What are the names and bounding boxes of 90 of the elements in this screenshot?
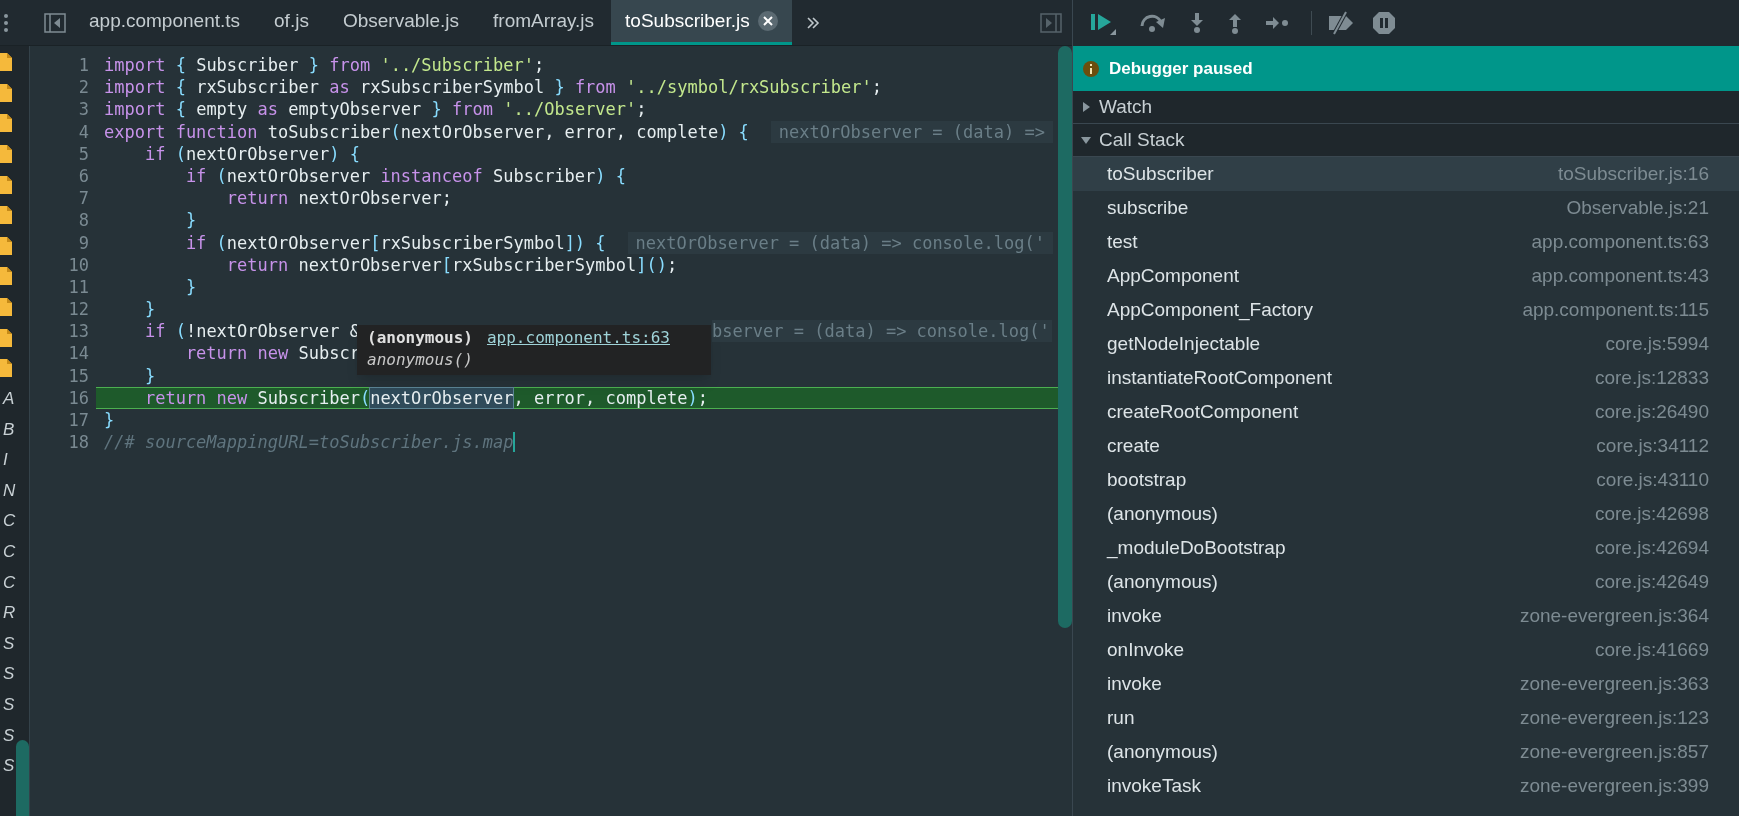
file-name[interactable]: S xyxy=(0,753,15,779)
collapse-arrow-icon xyxy=(1081,135,1091,145)
code-line: } xyxy=(104,409,115,432)
call-frame[interactable]: toSubscriber toSubscriber.js:16 xyxy=(1073,157,1739,191)
code-line: } xyxy=(143,298,156,321)
file-icon[interactable] xyxy=(0,298,12,317)
code-line: return nextOrObserver; xyxy=(225,187,452,210)
code-line: return new Subscriber(nextOrObserver, error, complete); xyxy=(143,386,708,409)
file-icon[interactable] xyxy=(0,267,12,286)
file-name[interactable]: B xyxy=(0,416,15,443)
file-icon[interactable] xyxy=(0,175,12,194)
file-icon[interactable] xyxy=(0,83,12,102)
file-name[interactable]: C xyxy=(0,539,16,565)
info-icon xyxy=(1083,60,1099,77)
line-number: 14 xyxy=(67,342,90,365)
tab[interactable]: toSubscriber.js xyxy=(611,0,792,45)
function-name: (anonymous) xyxy=(367,327,473,349)
code-line: } xyxy=(184,209,197,232)
more-icon[interactable] xyxy=(3,11,9,34)
inline-value: nextOrObserver = (data) => console.log(' xyxy=(627,231,1053,254)
toggle-navigator-icon[interactable] xyxy=(44,12,66,33)
line-number: 17 xyxy=(67,409,90,432)
inline-value: nextOrObserver = (data) => xyxy=(770,120,1053,143)
line-number: 18 xyxy=(67,431,90,454)
scrollbar-thumb[interactable] xyxy=(16,740,29,816)
line-number: 15 xyxy=(67,364,90,387)
line-number: 9 xyxy=(77,231,90,254)
file-name[interactable]: C xyxy=(0,508,16,534)
file-icon[interactable] xyxy=(0,145,12,164)
code-line: import { empty as emptyObserver } from '../Observer'; xyxy=(104,98,647,121)
file-icon[interactable] xyxy=(0,236,12,255)
code-line: export function toSubscriber(nextOrObserver, error, complete) { xyxy=(104,120,749,143)
file-name[interactable]: S xyxy=(0,722,15,749)
code-line: } xyxy=(143,364,156,387)
more-tabs-icon[interactable] xyxy=(805,15,820,30)
line-number: 12 xyxy=(67,298,90,321)
code-line: //# sourceMappingURL=toSubscriber.js.map xyxy=(104,431,514,454)
source-link[interactable]: app.component.ts:63 xyxy=(486,327,670,349)
step-over-icon[interactable] xyxy=(1139,12,1167,34)
file-icon[interactable] xyxy=(0,114,12,133)
file-icon[interactable] xyxy=(0,206,12,225)
scrollbar-thumb[interactable] xyxy=(1058,46,1072,628)
code-line: return new Subscr xyxy=(184,342,360,365)
line-number: 4 xyxy=(77,120,90,143)
pause-icon[interactable] xyxy=(1372,11,1396,35)
file-icon[interactable] xyxy=(0,359,12,378)
function-signature: anonymous() xyxy=(367,349,474,371)
step-into-icon[interactable] xyxy=(1189,12,1205,34)
file-name[interactable]: S xyxy=(0,692,15,718)
file-icon[interactable] xyxy=(0,328,12,347)
line-number: 13 xyxy=(67,320,90,343)
code-line: if (nextOrObserver[rxSubscriberSymbol]) { xyxy=(184,231,606,254)
line-number: 3 xyxy=(77,98,90,121)
tab[interactable]: app.component.ts xyxy=(72,0,258,45)
tab[interactable]: of.js xyxy=(257,0,326,45)
tab[interactable]: Observable.js xyxy=(325,0,477,45)
step-out-icon[interactable] xyxy=(1227,12,1243,34)
inline-value: bserver = (data) => console.log(' xyxy=(711,320,1052,343)
line-number: 10 xyxy=(67,253,90,276)
close-icon[interactable] xyxy=(757,11,778,31)
file-name[interactable]: I xyxy=(0,447,8,473)
step-icon[interactable] xyxy=(1265,15,1289,31)
code-line: return nextOrObserver[rxSubscriberSymbol](); xyxy=(225,253,678,276)
section-header[interactable]: Watch xyxy=(1073,91,1739,124)
line-number: 1 xyxy=(77,54,90,77)
line-number: 8 xyxy=(77,209,90,232)
toggle-debugger-icon[interactable] xyxy=(1040,12,1062,33)
expand-arrow-icon xyxy=(1081,102,1091,112)
code-line: if (nextOrObserver instanceof Subscriber) { xyxy=(184,164,627,188)
code-line: import { Subscriber } from '../Subscriber'; xyxy=(104,54,545,77)
line-number: 6 xyxy=(77,164,90,188)
deactivate-breakpoints-icon[interactable] xyxy=(1326,11,1356,35)
line-number: 5 xyxy=(77,142,90,165)
code-line: import { rxSubscriber as rxSubscriberSymbol } from '../symbol/rxSubscriber'; xyxy=(104,76,882,99)
file-icon[interactable] xyxy=(0,53,12,72)
line-number: 16 xyxy=(67,386,90,409)
file-name[interactable]: S xyxy=(0,630,15,657)
line-number: 2 xyxy=(77,76,90,99)
file-name[interactable]: S xyxy=(0,661,15,687)
file-name[interactable]: A xyxy=(0,386,15,412)
tab[interactable]: fromArray.js xyxy=(476,0,612,45)
code-line: if (nextOrObserver) { xyxy=(143,142,360,165)
code-line: } xyxy=(184,275,197,299)
section-header[interactable]: Call Stack xyxy=(1073,124,1739,157)
file-name[interactable]: C xyxy=(0,569,16,596)
line-number: 7 xyxy=(77,187,90,210)
file-name[interactable]: R xyxy=(0,600,16,626)
file-name[interactable]: N xyxy=(0,477,16,504)
status-message: Debugger paused xyxy=(1109,57,1253,80)
line-number: 11 xyxy=(67,275,90,299)
